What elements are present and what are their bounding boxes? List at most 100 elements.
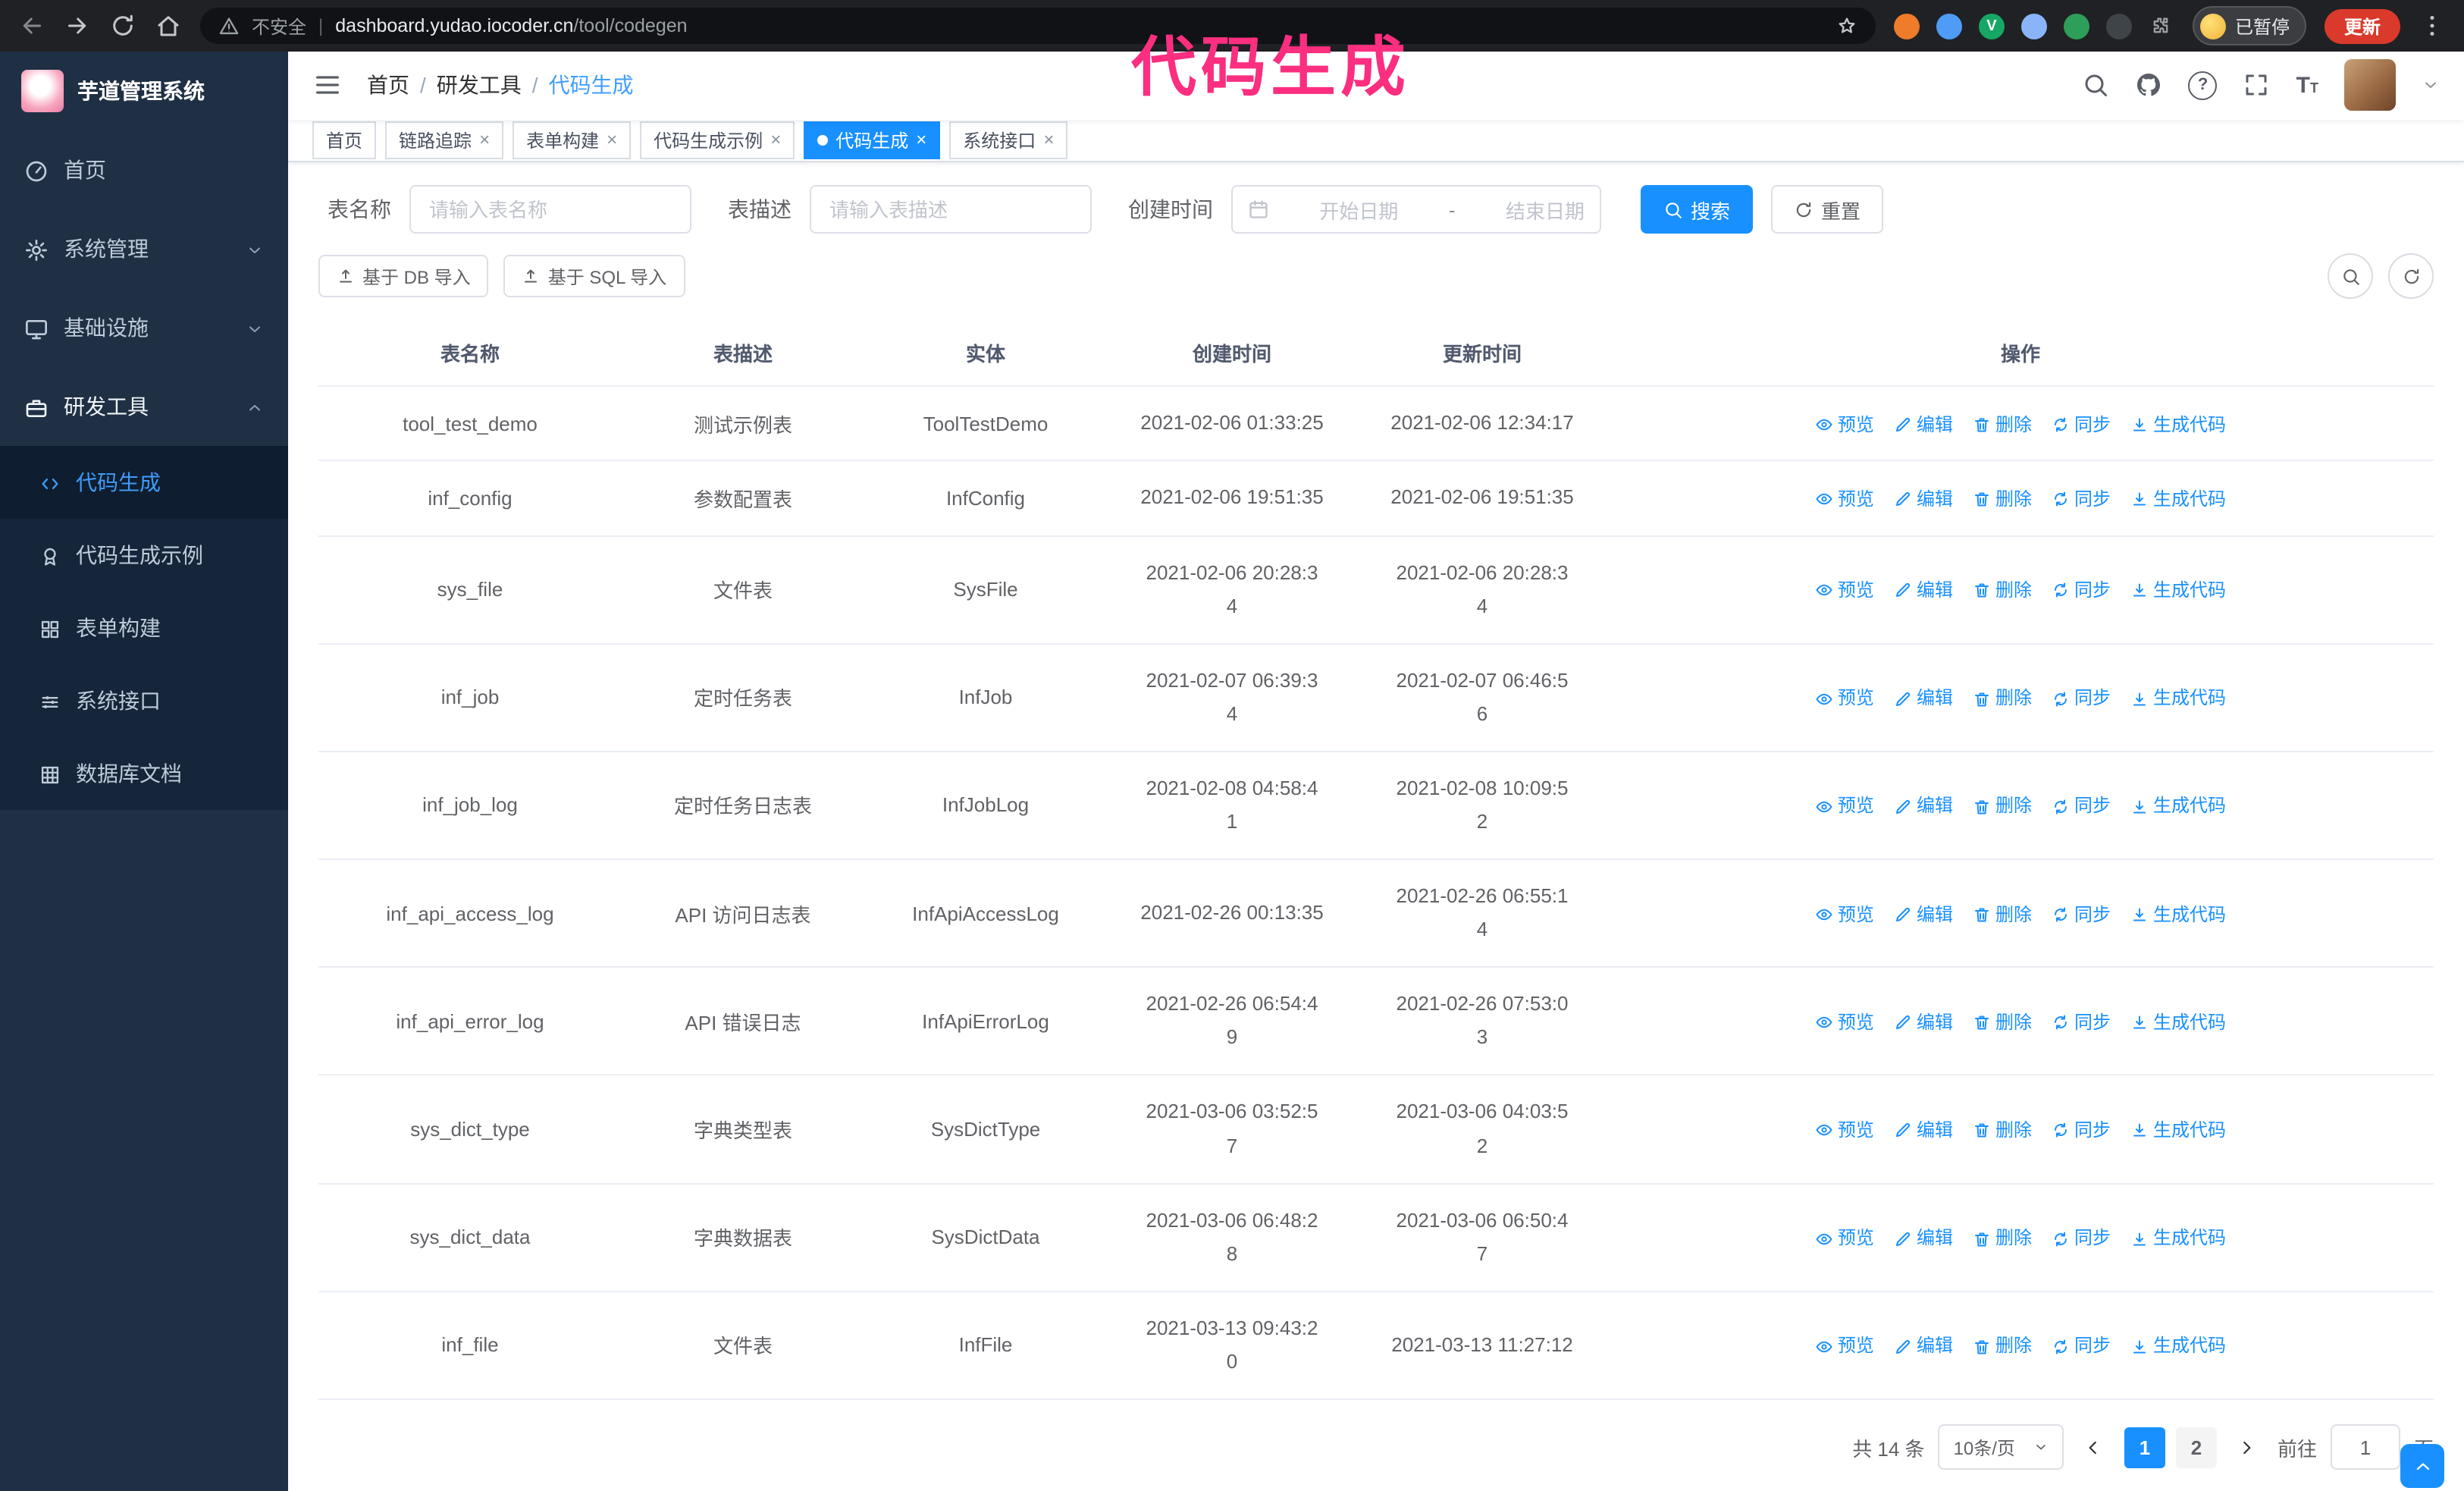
- bookmark-star-icon[interactable]: [1836, 15, 1857, 36]
- generate-code-action[interactable]: 生成代码: [2130, 576, 2226, 602]
- fullscreen-icon[interactable]: [2243, 72, 2271, 99]
- edit-action[interactable]: 编辑: [1894, 1224, 1953, 1250]
- delete-action[interactable]: 删除: [1973, 1116, 2032, 1142]
- browser-menu-icon[interactable]: [2419, 12, 2446, 39]
- tab[interactable]: 首页: [312, 121, 377, 159]
- tab-close-icon[interactable]: ×: [916, 131, 926, 149]
- sync-action[interactable]: 同步: [2052, 1224, 2111, 1250]
- floating-button[interactable]: [2400, 1444, 2444, 1488]
- tab[interactable]: 表单构建 ×: [513, 121, 632, 159]
- generate-code-action[interactable]: 生成代码: [2130, 793, 2226, 818]
- sync-action[interactable]: 同步: [2052, 1116, 2111, 1142]
- app-logo[interactable]: 芋道管理系统: [0, 52, 288, 130]
- help-icon[interactable]: ?: [2188, 71, 2218, 100]
- sync-action[interactable]: 同步: [2052, 576, 2111, 602]
- edit-action[interactable]: 编辑: [1894, 900, 1953, 926]
- delete-action[interactable]: 删除: [1973, 685, 2032, 711]
- sync-action[interactable]: 同步: [2052, 900, 2111, 926]
- next-page-button[interactable]: [2230, 1426, 2264, 1468]
- generate-code-action[interactable]: 生成代码: [2130, 1332, 2226, 1358]
- preview-action[interactable]: 预览: [1815, 1116, 1874, 1142]
- generate-code-action[interactable]: 生成代码: [2130, 411, 2226, 437]
- sync-action[interactable]: 同步: [2052, 1332, 2111, 1358]
- profile-badge[interactable]: 已暂停: [2192, 6, 2306, 46]
- generate-code-action[interactable]: 生成代码: [2130, 1116, 2226, 1142]
- forward-icon[interactable]: [64, 12, 91, 39]
- edit-action[interactable]: 编辑: [1894, 485, 1953, 511]
- tab[interactable]: 系统接口 ×: [949, 121, 1068, 159]
- sidebar-subitem[interactable]: 代码生成示例: [0, 519, 288, 592]
- back-icon[interactable]: [18, 12, 45, 39]
- search-icon[interactable]: [2083, 72, 2110, 99]
- preview-action[interactable]: 预览: [1815, 411, 1874, 437]
- font-size-icon[interactable]: TT: [2296, 74, 2318, 97]
- sidebar-subitem[interactable]: 代码生成: [0, 446, 288, 519]
- edit-action[interactable]: 编辑: [1894, 685, 1953, 711]
- edit-action[interactable]: 编辑: [1894, 576, 1953, 602]
- generate-code-action[interactable]: 生成代码: [2130, 1009, 2226, 1034]
- sync-action[interactable]: 同步: [2052, 685, 2111, 711]
- sidebar-subitem[interactable]: 表单构建: [0, 592, 288, 664]
- address-bar[interactable]: 不安全 | dashboard.yudao.iocoder.cn/tool/co…: [200, 8, 1876, 44]
- sync-action[interactable]: 同步: [2052, 411, 2111, 437]
- edit-action[interactable]: 编辑: [1894, 411, 1953, 437]
- tab[interactable]: 链路追踪 ×: [385, 121, 504, 159]
- generate-code-action[interactable]: 生成代码: [2130, 485, 2226, 511]
- tab-close-icon[interactable]: ×: [607, 131, 617, 149]
- page-size-select[interactable]: 10条/页: [1938, 1424, 2064, 1470]
- delete-action[interactable]: 删除: [1973, 1332, 2032, 1358]
- page-number[interactable]: 1: [2124, 1427, 2165, 1467]
- edit-action[interactable]: 编辑: [1894, 1332, 1953, 1358]
- puzzle-extension-icon[interactable]: [2149, 13, 2174, 39]
- delete-action[interactable]: 删除: [1973, 900, 2032, 926]
- sidebar-item[interactable]: 首页: [0, 130, 288, 209]
- delete-action[interactable]: 删除: [1973, 485, 2032, 511]
- extension-icon[interactable]: [2105, 13, 2132, 39]
- generate-code-action[interactable]: 生成代码: [2130, 685, 2226, 711]
- github-icon[interactable]: [2136, 72, 2163, 99]
- preview-action[interactable]: 预览: [1815, 485, 1874, 511]
- preview-action[interactable]: 预览: [1815, 576, 1874, 602]
- delete-action[interactable]: 删除: [1973, 576, 2032, 602]
- tab-close-icon[interactable]: ×: [770, 131, 781, 149]
- tab-close-icon[interactable]: ×: [479, 131, 490, 149]
- preview-action[interactable]: 预览: [1815, 1009, 1874, 1034]
- preview-action[interactable]: 预览: [1815, 685, 1874, 711]
- search-button[interactable]: 搜索: [1641, 185, 1754, 234]
- reload-icon[interactable]: [109, 12, 136, 39]
- import-db-button[interactable]: 基于 DB 导入: [318, 255, 489, 298]
- extension-icon[interactable]: [1936, 13, 1962, 39]
- tab[interactable]: 代码生成 ×: [804, 121, 941, 159]
- table-desc-input[interactable]: [810, 185, 1092, 234]
- home-icon[interactable]: [155, 12, 182, 39]
- sidebar-item[interactable]: 基础设施: [0, 288, 288, 367]
- extension-icon[interactable]: [1893, 13, 1920, 39]
- generate-code-action[interactable]: 生成代码: [2130, 1224, 2226, 1250]
- preview-action[interactable]: 预览: [1815, 1332, 1874, 1358]
- goto-page-input[interactable]: [2330, 1424, 2400, 1470]
- page-number[interactable]: 2: [2175, 1427, 2217, 1467]
- breadcrumb-item[interactable]: 研发工具: [437, 71, 522, 101]
- generate-code-action[interactable]: 生成代码: [2130, 900, 2226, 926]
- breadcrumb-item[interactable]: 代码生成: [549, 71, 634, 101]
- extension-icon[interactable]: [2020, 13, 2047, 39]
- tab-close-icon[interactable]: ×: [1043, 131, 1054, 149]
- sidebar-subitem[interactable]: 系统接口: [0, 664, 288, 737]
- sidebar-item[interactable]: 研发工具: [0, 367, 288, 446]
- update-button[interactable]: 更新: [2324, 8, 2400, 43]
- import-sql-button[interactable]: 基于 SQL 导入: [503, 255, 685, 298]
- preview-action[interactable]: 预览: [1815, 900, 1874, 926]
- sync-action[interactable]: 同步: [2052, 1009, 2111, 1034]
- table-name-input[interactable]: [409, 185, 691, 234]
- prev-page-button[interactable]: [2077, 1426, 2111, 1468]
- sync-action[interactable]: 同步: [2052, 485, 2111, 511]
- user-avatar[interactable]: [2344, 59, 2396, 111]
- edit-action[interactable]: 编辑: [1894, 793, 1953, 818]
- breadcrumb-item[interactable]: 首页: [367, 71, 409, 101]
- reset-button[interactable]: 重置: [1771, 185, 1884, 234]
- delete-action[interactable]: 删除: [1973, 1009, 2032, 1034]
- hamburger-icon[interactable]: [312, 71, 343, 101]
- edit-action[interactable]: 编辑: [1894, 1116, 1953, 1142]
- date-range-picker[interactable]: 开始日期 - 结束日期: [1231, 185, 1601, 234]
- avatar-caret-icon[interactable]: [2422, 77, 2440, 95]
